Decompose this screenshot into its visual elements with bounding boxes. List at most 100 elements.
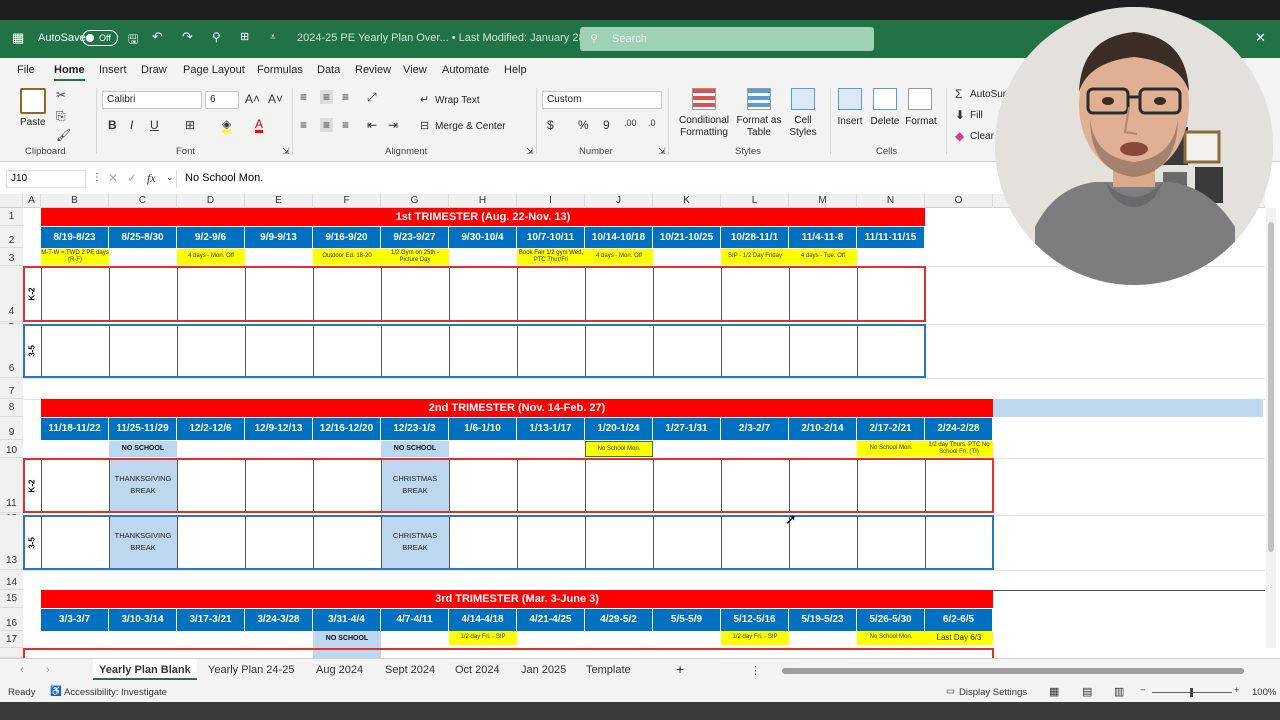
formula-input[interactable]: No School Mon.: [185, 172, 263, 184]
increase-decimal-icon[interactable]: .00: [624, 118, 637, 128]
week-cell[interactable]: 5/12-5/16: [721, 609, 789, 631]
zoom-out-icon[interactable]: −: [1140, 685, 1146, 696]
table-icon[interactable]: ⊞: [240, 30, 249, 43]
week-cell[interactable]: 10/14-10/18: [585, 227, 653, 248]
tab-insert[interactable]: Insert: [99, 64, 127, 76]
fill-color-icon[interactable]: ◈: [222, 118, 232, 133]
vertical-scrollbar[interactable]: [1266, 208, 1276, 648]
week-cell[interactable]: 3/10-3/14: [109, 609, 177, 631]
row-header[interactable]: 15: [0, 590, 23, 608]
enter-icon[interactable]: ✓: [127, 171, 137, 185]
week-cell[interactable]: 1/13-1/17: [517, 418, 585, 440]
tab-review[interactable]: Review: [355, 64, 391, 76]
column-header[interactable]: O: [925, 194, 993, 208]
normal-view-icon[interactable]: ▦: [1049, 685, 1059, 698]
trimester-2-title[interactable]: 2nd TRIMESTER (Nov. 14-Feb. 27): [41, 399, 993, 417]
close-icon[interactable]: ✕: [1255, 30, 1266, 46]
week-cell[interactable]: 9/16-9/20: [313, 227, 381, 248]
save-icon[interactable]: 🖫: [128, 30, 138, 51]
no-school-cell[interactable]: NO SCHOOL: [381, 441, 449, 457]
note-cell[interactable]: M-T-W = TWD 2 PE days (R-F): [41, 249, 109, 265]
comma-style-icon[interactable]: 9: [603, 118, 610, 132]
note-cell[interactable]: 1/2 day Thurs. PTC No School Fri. (TI): [925, 441, 993, 457]
column-header[interactable]: C: [109, 194, 177, 208]
autosave-toggle[interactable]: Off: [82, 30, 118, 46]
redo-icon[interactable]: ↷: [182, 29, 193, 45]
font-dialog-launcher-icon[interactable]: ⇲: [282, 146, 290, 157]
alignment-dialog-launcher-icon[interactable]: ⇲: [526, 146, 534, 157]
wrap-text-button[interactable]: Wrap Text: [435, 95, 480, 106]
sheet-tab-jan-2025[interactable]: Jan 2025: [521, 664, 566, 676]
35-plan-row-t1[interactable]: [23, 324, 926, 378]
week-cell[interactable]: 10/28-11/1: [721, 227, 789, 248]
increase-font-icon[interactable]: A˄: [245, 92, 260, 106]
column-header[interactable]: F: [313, 194, 381, 208]
paste-icon[interactable]: [20, 88, 46, 114]
trimester-3-title[interactable]: 3rd TRIMESTER (Mar. 3-June 3): [41, 590, 993, 608]
week-cell[interactable]: 9/23-9/27: [381, 227, 449, 248]
row-header[interactable]: 17: [0, 631, 23, 648]
align-middle-icon[interactable]: ≡: [320, 90, 334, 104]
font-size-select[interactable]: 6: [205, 91, 239, 109]
insert-cells-icon[interactable]: [838, 88, 862, 110]
format-as-table-icon[interactable]: [747, 88, 771, 110]
note-cell[interactable]: 1/2 Gym on 25th - Picture Day: [381, 249, 449, 265]
week-cell[interactable]: 12/23-1/3: [381, 418, 449, 440]
note-cell[interactable]: 4 days - Mon. Off: [177, 249, 245, 265]
tab-formulas[interactable]: Formulas: [257, 64, 303, 76]
week-cell[interactable]: 4/7-4/11: [381, 609, 449, 631]
column-header[interactable]: K: [653, 194, 721, 208]
insert-button[interactable]: Insert: [834, 116, 866, 127]
conditional-formatting-button[interactable]: Conditional Formatting: [676, 115, 732, 139]
row-header[interactable]: 2: [0, 226, 23, 248]
undo-icon[interactable]: ↶: [152, 29, 163, 45]
no-school-cell[interactable]: NO SCHOOL: [109, 441, 177, 457]
week-cell[interactable]: 5/26-5/30: [857, 609, 925, 631]
align-left-icon[interactable]: ≡: [300, 118, 307, 132]
scroll-tabs-left-icon[interactable]: ‹: [20, 664, 24, 676]
tab-help[interactable]: Help: [504, 64, 527, 76]
sheet-tab-aug-2024[interactable]: Aug 2024: [316, 664, 363, 676]
conditional-formatting-icon[interactable]: [692, 88, 716, 110]
merge-icon[interactable]: ⊟: [420, 119, 429, 132]
increase-indent-icon[interactable]: ⇥: [388, 118, 398, 132]
week-cell[interactable]: 11/4-11-8: [789, 227, 857, 248]
note-cell[interactable]: No School Mon.: [857, 441, 925, 457]
page-layout-view-icon[interactable]: ▤: [1082, 685, 1092, 698]
cell-styles-icon[interactable]: [791, 88, 815, 110]
font-color-icon[interactable]: A: [255, 118, 264, 133]
row-header[interactable]: 4: [0, 266, 23, 322]
bold-icon[interactable]: B: [108, 118, 117, 132]
tab-data[interactable]: Data: [317, 64, 340, 76]
display-settings-button[interactable]: Display Settings: [959, 687, 1027, 698]
row-header[interactable]: 9: [0, 417, 23, 440]
italic-icon[interactable]: I: [130, 118, 133, 132]
week-cell[interactable]: 11/25-11/29: [109, 418, 177, 440]
number-format-select[interactable]: Custom: [542, 91, 662, 109]
week-cell[interactable]: 10/21-10/25: [653, 227, 721, 248]
column-header[interactable]: N: [857, 194, 925, 208]
row-header[interactable]: 13: [0, 515, 23, 570]
zoom-slider-thumb[interactable]: [1190, 688, 1193, 697]
sheet-tab-template[interactable]: Template: [586, 664, 631, 676]
font-name-select[interactable]: Calibri: [102, 91, 202, 109]
tab-page-layout[interactable]: Page Layout: [183, 64, 245, 76]
week-cell[interactable]: 9/2-9/6: [177, 227, 245, 248]
week-cell[interactable]: 1/20-1/24: [585, 418, 653, 440]
week-cell[interactable]: 2/17-2/21: [857, 418, 925, 440]
orientation-icon[interactable]: ⤢: [367, 90, 377, 105]
week-cell[interactable]: 2/10-2/14: [789, 418, 857, 440]
week-cell[interactable]: 11/18-11/22: [41, 418, 109, 440]
row-header[interactable]: 11: [0, 458, 23, 513]
zoom-slider[interactable]: [1152, 688, 1232, 697]
column-header[interactable]: M: [789, 194, 857, 208]
row-header[interactable]: 8: [0, 399, 23, 417]
week-cell[interactable]: 8/25-8/30: [109, 227, 177, 248]
borders-icon[interactable]: ⊞: [185, 118, 195, 132]
row-header[interactable]: 16: [0, 608, 23, 631]
search-input[interactable]: ⚲ Search: [580, 27, 874, 51]
column-header[interactable]: B: [41, 194, 109, 208]
note-cell[interactable]: 1/2 day Fri. - SIP: [449, 631, 517, 645]
number-dialog-launcher-icon[interactable]: ⇲: [658, 146, 666, 157]
fill-icon[interactable]: ⬇: [955, 108, 965, 122]
